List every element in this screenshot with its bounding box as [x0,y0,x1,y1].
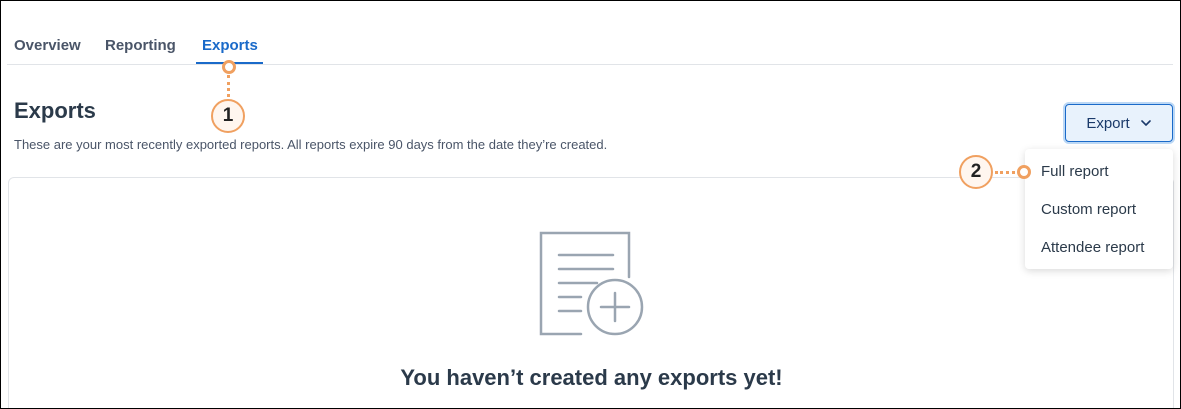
tab-exports[interactable]: Exports [202,37,258,54]
callout-2-anchor [1017,165,1031,179]
tab-overview[interactable]: Overview [14,37,81,54]
export-button[interactable]: Export [1065,104,1173,142]
callout-badge-1: 1 [211,99,245,133]
document-add-icon [539,231,644,336]
app-frame: Overview Reporting Exports Exports These… [0,0,1181,409]
chevron-down-icon [1140,120,1151,126]
callout-1-connector [227,75,230,97]
menu-item-full-report[interactable]: Full report [1041,163,1109,180]
callout-2-connector [995,171,1015,174]
tab-reporting[interactable]: Reporting [105,37,176,54]
callout-1-anchor [222,60,236,74]
menu-item-attendee-report[interactable]: Attendee report [1041,239,1144,256]
export-button-label: Export [1086,114,1130,132]
export-menu: Full report Custom report Attendee repor… [1025,149,1173,269]
page-description: These are your most recently exported re… [14,137,608,152]
page-title: Exports [14,98,96,123]
tab-bar: Overview Reporting Exports [7,1,1173,65]
empty-state-title: You haven’t created any exports yet! [400,365,783,390]
callout-badge-2: 2 [959,155,993,189]
menu-item-custom-report[interactable]: Custom report [1041,201,1136,218]
